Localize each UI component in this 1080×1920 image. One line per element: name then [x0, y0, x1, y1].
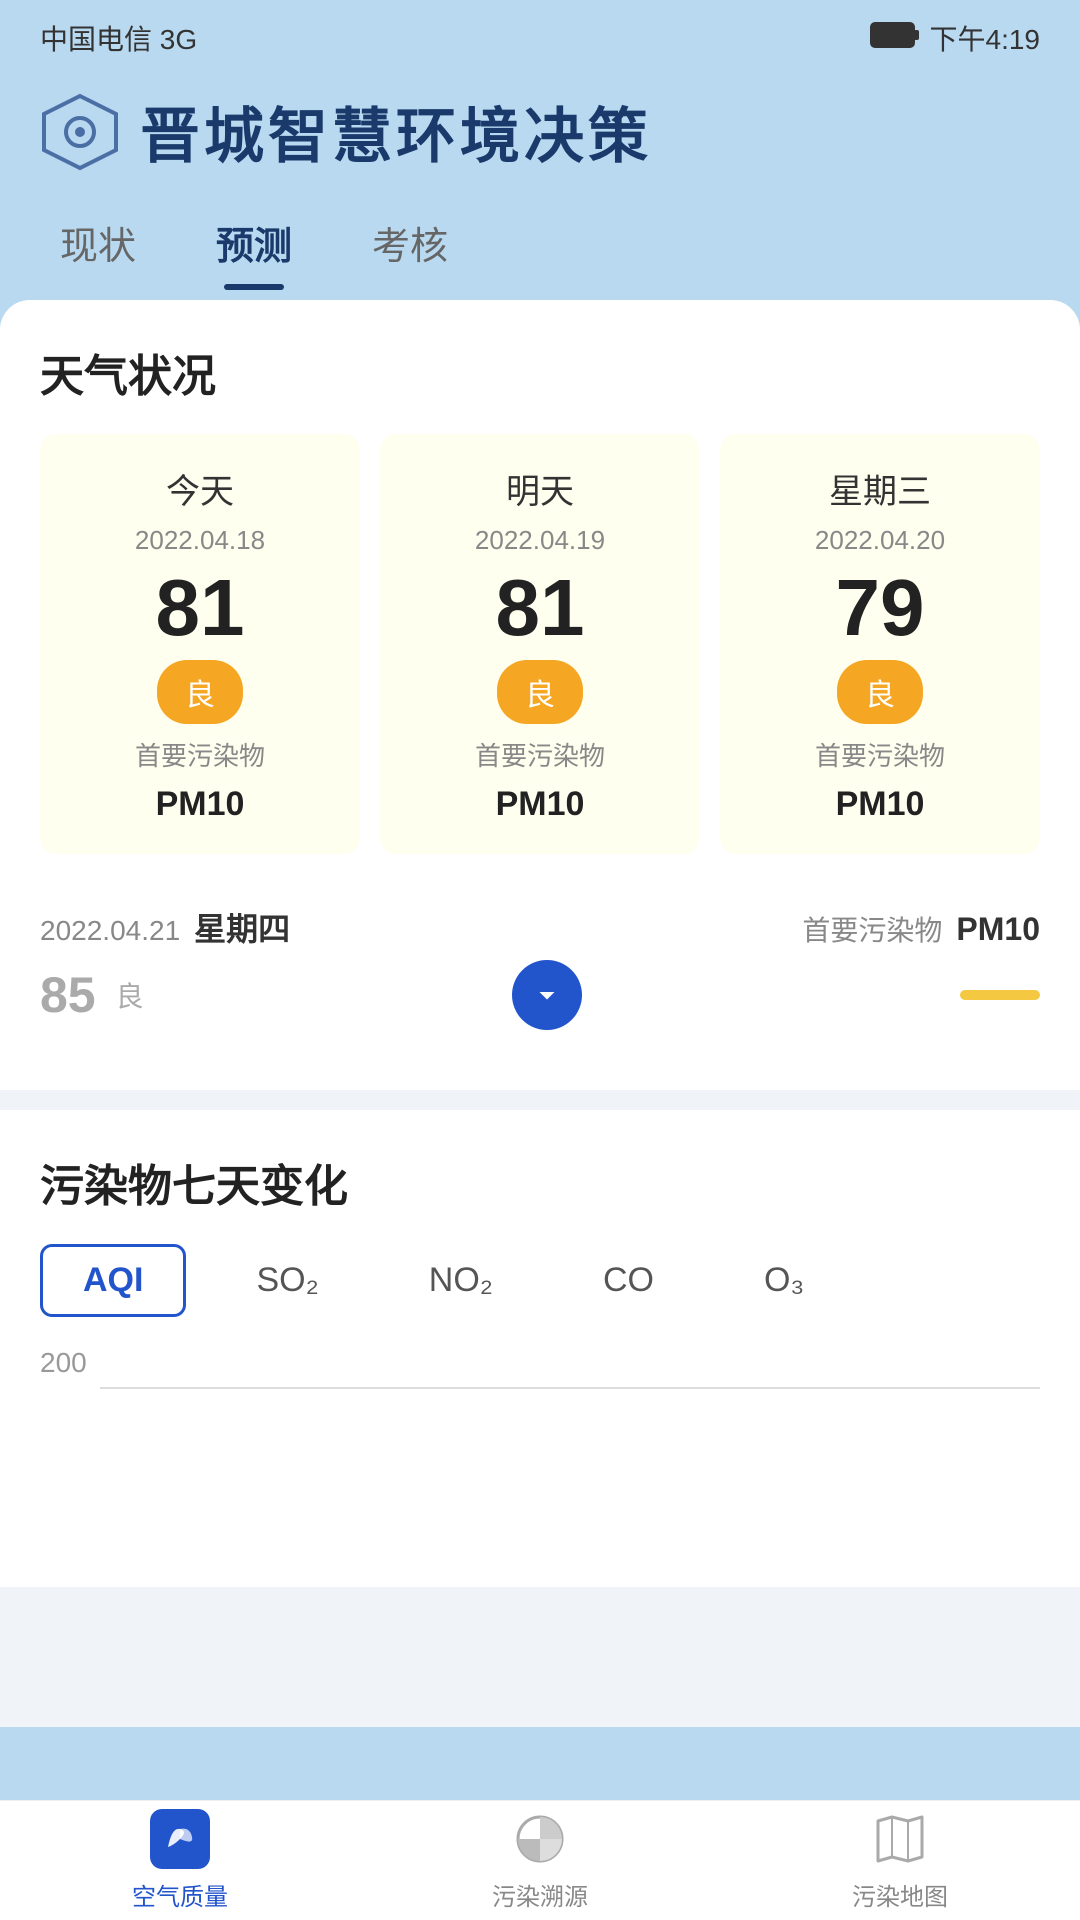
- logo-icon: [40, 92, 120, 172]
- pollutant-label-wed: 首要污染物: [815, 736, 945, 773]
- tab-current[interactable]: 现状: [60, 205, 136, 290]
- pollutant-value-tomorrow: PM10: [496, 785, 585, 824]
- chart-line: [100, 1387, 1040, 1389]
- day-label-today: 今天: [166, 464, 234, 513]
- weather-section-title: 天气状况: [40, 340, 1040, 404]
- status-right: 下午4:19: [870, 18, 1041, 58]
- day-label-wed: 星期三: [829, 464, 931, 513]
- status-bar: 中国电信 3G 下午4:19: [0, 0, 1080, 68]
- weather-section: 天气状况 今天 2022.04.18 81 良 首要污染物 PM10 明天 20…: [0, 300, 1080, 1090]
- pollutant-value-today: PM10: [156, 785, 245, 824]
- pollutant-label-tomorrow: 首要污染物: [475, 736, 605, 773]
- extra-weekday: 星期四: [194, 904, 290, 950]
- extra-pollutant-value: PM10: [956, 911, 1040, 948]
- pollutant-label-today: 首要污染物: [135, 736, 265, 773]
- time-text: 下午4:19: [930, 18, 1041, 58]
- pollutant-tab-co[interactable]: CO: [563, 1247, 694, 1314]
- weather-card-today: 今天 2022.04.18 81 良 首要污染物 PM10: [40, 434, 360, 854]
- app-title: 晋城智慧环境决策: [140, 88, 652, 175]
- navigation-tabs: 现状 预测 考核: [0, 205, 1080, 290]
- extra-bar-indicator: [960, 990, 1040, 1000]
- nav-item-source[interactable]: 污染溯源: [360, 1809, 720, 1912]
- battery-icon: [870, 22, 920, 55]
- pollutant-tabs: AQI SO₂ NO₂ CO O₃: [40, 1244, 1040, 1317]
- extra-aqi: 85: [40, 966, 96, 1024]
- main-content: 天气状况 今天 2022.04.18 81 良 首要污染物 PM10 明天 20…: [0, 300, 1080, 1727]
- carrier-text: 中国电信 3G: [40, 18, 197, 58]
- weather-card-wed: 星期三 2022.04.20 79 良 首要污染物 PM10: [720, 434, 1040, 854]
- bottom-navigation: 空气质量 污染溯源 污染地图: [0, 1800, 1080, 1920]
- date-label-wed: 2022.04.20: [815, 525, 945, 556]
- date-label-today: 2022.04.18: [135, 525, 265, 556]
- extra-day-row: 2022.04.21 星期四 首要污染物 PM10 85 良: [40, 884, 1040, 1050]
- pollution-source-icon: [510, 1809, 570, 1869]
- pollution-map-icon: [870, 1809, 930, 1869]
- aqi-value-today: 81: [156, 568, 245, 648]
- extra-date: 2022.04.21: [40, 915, 180, 947]
- header: 晋城智慧环境决策: [0, 68, 1080, 205]
- pollutant-tab-o3[interactable]: O₃: [724, 1247, 844, 1314]
- tab-forecast[interactable]: 预测: [216, 205, 292, 290]
- pollutant-section-title: 污染物七天变化: [40, 1150, 1040, 1214]
- chart-y-label: 200: [40, 1347, 87, 1379]
- nav-item-air[interactable]: 空气质量: [0, 1809, 360, 1912]
- aqi-value-tomorrow: 81: [496, 568, 585, 648]
- extra-quality: 良: [116, 975, 144, 1015]
- nav-label-source: 污染溯源: [492, 1877, 588, 1912]
- nav-item-map[interactable]: 污染地图: [720, 1809, 1080, 1912]
- pollutant-tab-aqi[interactable]: AQI: [40, 1244, 186, 1317]
- nav-label-map: 污染地图: [852, 1877, 948, 1912]
- pollutant-tab-no2[interactable]: NO₂: [389, 1247, 533, 1314]
- quality-badge-tomorrow: 良: [497, 660, 583, 724]
- date-label-tomorrow: 2022.04.19: [475, 525, 605, 556]
- expand-button[interactable]: [512, 960, 582, 1030]
- day-label-tomorrow: 明天: [506, 464, 574, 513]
- weather-card-tomorrow: 明天 2022.04.19 81 良 首要污染物 PM10: [380, 434, 700, 854]
- tab-assessment[interactable]: 考核: [372, 205, 448, 290]
- air-quality-icon: [150, 1809, 210, 1869]
- nav-label-air: 空气质量: [132, 1877, 228, 1912]
- aqi-value-wed: 79: [836, 568, 925, 648]
- pollutant-value-wed: PM10: [836, 785, 925, 824]
- extra-pollutant-label: 首要污染物: [802, 909, 942, 949]
- pollutant-tab-so2[interactable]: SO₂: [216, 1247, 358, 1314]
- weather-cards: 今天 2022.04.18 81 良 首要污染物 PM10 明天 2022.04…: [40, 434, 1040, 854]
- pollutant-section: 污染物七天变化 AQI SO₂ NO₂ CO O₃ 200: [0, 1110, 1080, 1587]
- chart-area: 200: [40, 1347, 1040, 1547]
- quality-badge-today: 良: [157, 660, 243, 724]
- quality-badge-wed: 良: [837, 660, 923, 724]
